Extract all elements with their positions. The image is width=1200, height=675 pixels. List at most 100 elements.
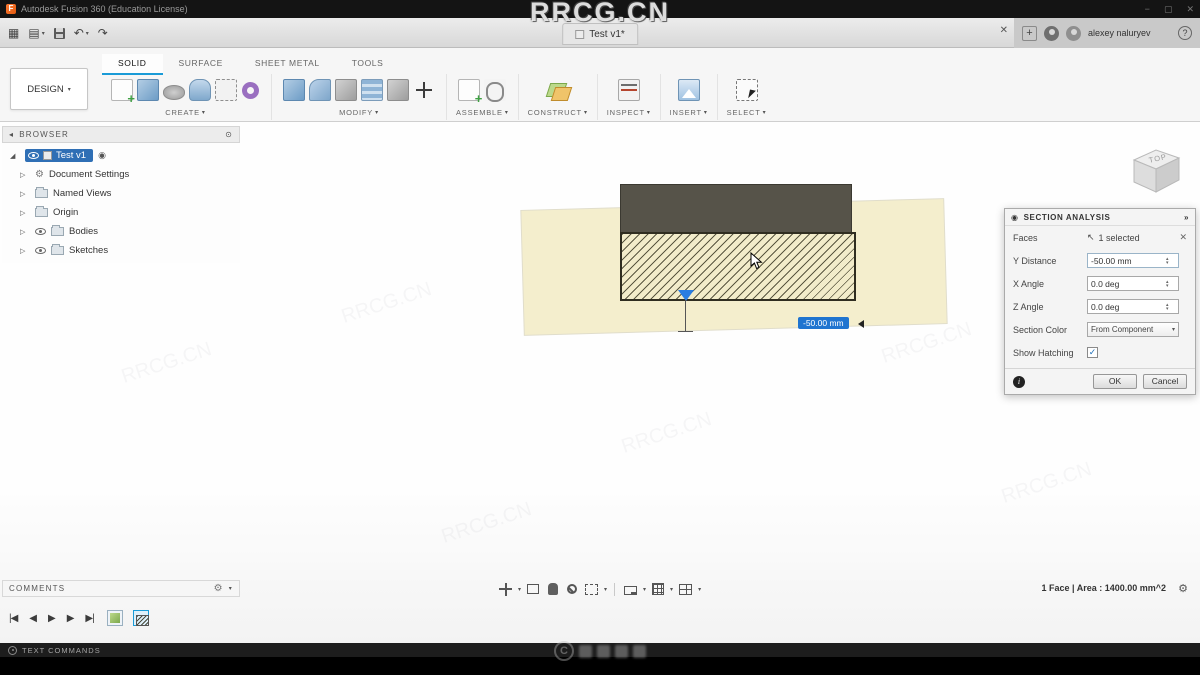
tree-row-named-views[interactable]: ▷ Named Views xyxy=(2,184,240,203)
maximize-button[interactable]: ▢ xyxy=(1164,4,1173,15)
tree-row-root[interactable]: ◢ Test v1 ◉ xyxy=(2,146,240,165)
redo-button[interactable]: ↷ xyxy=(98,26,108,40)
chevron-down-icon[interactable]: ▾ xyxy=(229,585,233,592)
cylinder-icon[interactable] xyxy=(189,79,211,101)
visibility-eye-icon[interactable] xyxy=(35,247,46,254)
fit-icon[interactable] xyxy=(527,584,540,594)
group-create: CREATE▾ xyxy=(100,74,272,120)
select-tool-icon[interactable] xyxy=(735,79,758,101)
torus-icon[interactable] xyxy=(242,81,259,99)
activate-component-radio[interactable]: ◉ xyxy=(98,150,106,161)
go-to-start-button[interactable]: |◀ xyxy=(6,611,20,626)
expander-open-icon[interactable]: ◢ xyxy=(10,152,20,160)
expander-icon[interactable]: ▷ xyxy=(20,190,30,198)
tree-row-origin[interactable]: ▷ Origin xyxy=(2,203,240,222)
tab-surface[interactable]: SURFACE xyxy=(163,54,239,75)
dialog-header[interactable]: ◉ SECTION ANALYSIS » xyxy=(1005,209,1195,226)
combine-icon[interactable] xyxy=(387,79,409,101)
move-copy-icon[interactable] xyxy=(413,79,435,101)
zoom-window-icon[interactable] xyxy=(585,583,599,595)
shell-icon[interactable] xyxy=(335,79,357,101)
collapse-panel-icon[interactable]: ◂ xyxy=(9,130,14,139)
measure-icon[interactable] xyxy=(617,79,640,101)
tree-row-document-settings[interactable]: ▷ ⚙ Document Settings xyxy=(2,165,240,184)
expander-icon[interactable]: ▷ xyxy=(20,171,30,179)
split-body-icon[interactable] xyxy=(361,79,383,101)
joint-icon[interactable] xyxy=(484,79,507,102)
timeline-feature-section-analysis[interactable] xyxy=(132,610,149,626)
model-body-uncut[interactable] xyxy=(620,184,852,233)
extensions-icon[interactable] xyxy=(1044,25,1059,41)
tab-close-button[interactable]: ✕ xyxy=(1000,25,1008,36)
tab-tools[interactable]: TOOLS xyxy=(336,54,400,75)
insert-canvas-icon[interactable] xyxy=(677,79,700,101)
spinner-icon[interactable]: ▴ ▾ xyxy=(1166,279,1176,288)
timeline-feature-sketch[interactable] xyxy=(106,610,123,626)
faces-selection[interactable]: ↖ 1 selected xyxy=(1087,232,1179,243)
pan-icon[interactable] xyxy=(497,581,514,597)
watermark: RRCG.CN xyxy=(438,498,535,548)
minimize-button[interactable]: − xyxy=(1145,4,1150,14)
go-to-end-button[interactable]: ▶| xyxy=(82,611,96,626)
visibility-eye-icon[interactable] xyxy=(28,152,39,159)
construction-plane-icon[interactable] xyxy=(547,79,569,101)
clear-selection-button[interactable]: ✕ xyxy=(1179,232,1187,243)
spinner-icon[interactable]: ▴ ▾ xyxy=(1166,256,1176,265)
help-button[interactable]: ? xyxy=(1178,26,1192,40)
viewports-icon[interactable] xyxy=(679,583,693,595)
section-flip-arrow[interactable] xyxy=(678,290,694,301)
cancel-button[interactable]: Cancel xyxy=(1143,374,1187,389)
new-tab-button[interactable]: + xyxy=(1022,25,1037,41)
step-back-button[interactable]: ◀ xyxy=(26,611,39,626)
panel-options-icon[interactable]: ⊙ xyxy=(225,130,233,139)
tree-row-bodies[interactable]: ▷ Bodies xyxy=(2,222,240,241)
save-button[interactable] xyxy=(53,27,65,39)
window-close-button[interactable]: ✕ xyxy=(1186,4,1194,15)
document-icon xyxy=(575,29,585,39)
pattern-icon[interactable] xyxy=(215,79,237,101)
dialog-expand-icon[interactable]: » xyxy=(1184,213,1189,222)
ok-button[interactable]: OK xyxy=(1093,374,1137,389)
user-name[interactable]: alexey naluryev xyxy=(1088,28,1151,38)
chevron-down-icon[interactable]: ▾ xyxy=(518,586,521,593)
expander-icon[interactable]: ▷ xyxy=(20,228,30,236)
chevron-down-icon[interactable]: ▾ xyxy=(698,586,701,593)
display-settings-icon[interactable] xyxy=(624,586,638,595)
hand-pan-icon[interactable] xyxy=(548,583,559,595)
workspace-selector[interactable]: DESIGN ▾ xyxy=(10,68,88,110)
form-icon[interactable] xyxy=(163,84,185,100)
comments-panel[interactable]: COMMENTS ⚙ ▾ xyxy=(2,580,240,597)
tab-sheet-metal[interactable]: SHEET METAL xyxy=(239,54,336,75)
tree-row-sketches[interactable]: ▷ Sketches xyxy=(2,241,240,260)
gear-icon[interactable]: ⚙ xyxy=(214,583,224,594)
section-hatch-face[interactable] xyxy=(620,232,856,301)
chevron-down-icon[interactable]: ▾ xyxy=(670,586,673,593)
visibility-eye-icon[interactable] xyxy=(35,228,46,235)
fillet-icon[interactable] xyxy=(309,79,331,101)
avatar[interactable] xyxy=(1066,25,1081,41)
root-component-selected[interactable]: Test v1 xyxy=(25,149,94,162)
section-color-dropdown[interactable]: From Component ▾ xyxy=(1087,322,1179,337)
app-grid-icon[interactable]: ▦ xyxy=(8,26,19,40)
expander-icon[interactable]: ▷ xyxy=(20,209,30,217)
create-sketch-icon[interactable] xyxy=(111,79,135,106)
file-menu-button[interactable]: ▤ ▾ xyxy=(28,26,44,40)
manipulator-axis[interactable] xyxy=(685,300,686,332)
show-hatching-checkbox[interactable]: ✓ xyxy=(1087,347,1098,358)
spinner-icon[interactable]: ▴ ▾ xyxy=(1166,302,1176,311)
zoom-icon[interactable] xyxy=(567,584,578,594)
play-button[interactable]: ▶ xyxy=(45,611,58,626)
new-component-icon[interactable] xyxy=(458,79,482,106)
info-icon[interactable]: i xyxy=(1013,375,1025,388)
chevron-down-icon[interactable]: ▾ xyxy=(643,586,646,593)
press-pull-icon[interactable] xyxy=(283,79,305,101)
undo-button[interactable]: ↶ ▾ xyxy=(74,26,89,40)
tab-solid[interactable]: SOLID xyxy=(102,54,163,75)
view-cube[interactable]: TOP xyxy=(1126,140,1186,198)
chevron-down-icon[interactable]: ▾ xyxy=(604,586,607,593)
step-forward-button[interactable]: ▶ xyxy=(64,611,77,626)
primitive-box-icon[interactable] xyxy=(137,79,159,101)
gear-icon[interactable]: ⚙ xyxy=(1178,582,1188,595)
expander-icon[interactable]: ▷ xyxy=(20,247,30,255)
grid-snaps-icon[interactable] xyxy=(652,583,665,595)
